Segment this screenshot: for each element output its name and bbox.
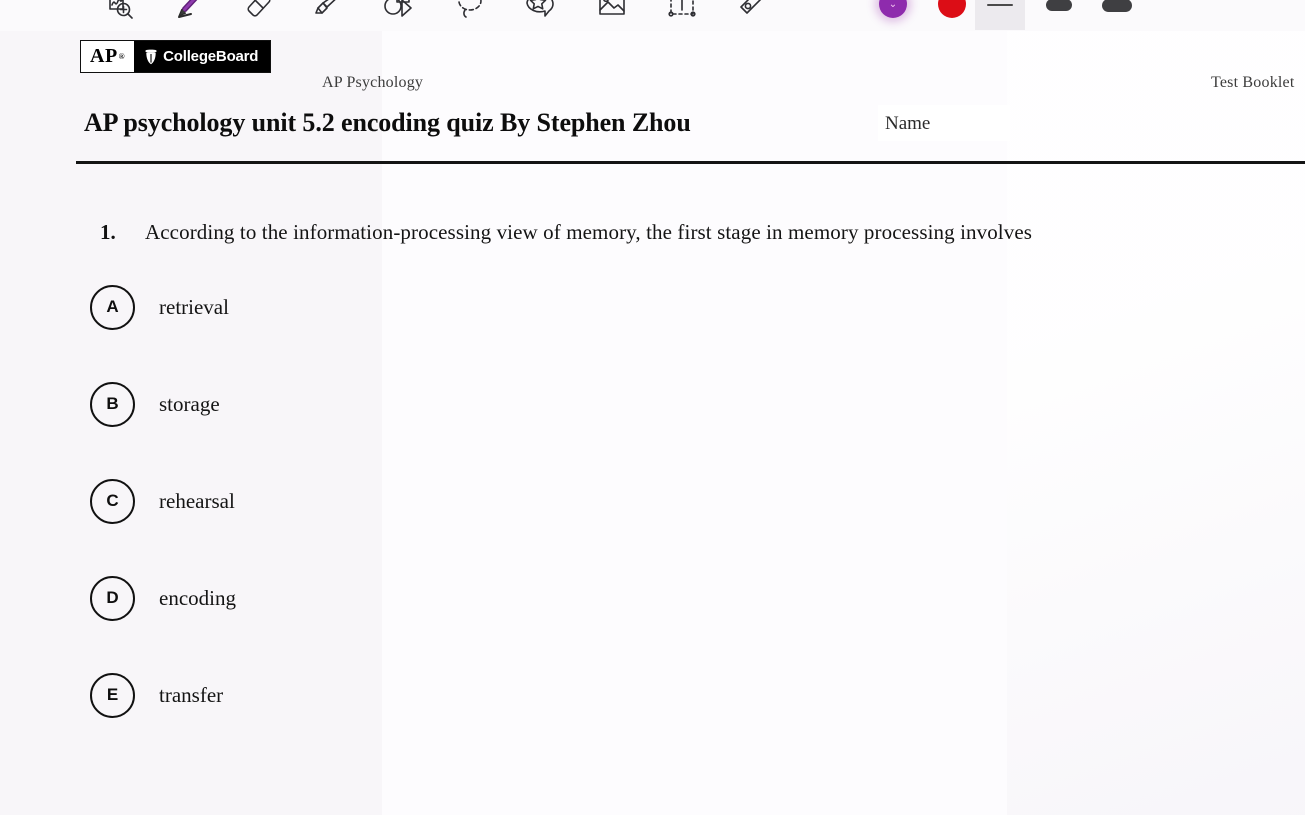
- shapes-tool[interactable]: [372, 0, 424, 30]
- stroke-width-thick-indicator: [1102, 0, 1132, 12]
- eraser-tool[interactable]: [232, 0, 284, 30]
- ap-collegeboard-logo: AP ® CollegeBoard: [80, 40, 272, 73]
- stroke-width-thick[interactable]: [1092, 0, 1142, 30]
- choice-bubble-b[interactable]: B: [90, 381, 135, 427]
- sticker-tool[interactable]: [514, 0, 566, 30]
- lasso-select-tool[interactable]: [444, 0, 496, 30]
- choice-bubble-e[interactable]: E: [90, 672, 135, 718]
- pen-tool[interactable]: [162, 0, 214, 30]
- choice-text-c: rehearsal: [159, 488, 235, 513]
- choice-text-d: encoding: [159, 585, 236, 610]
- stroke-width-medium-indicator: [1046, 0, 1072, 11]
- acorn-icon: [145, 49, 157, 64]
- answer-choice-b[interactable]: B storage: [90, 381, 236, 427]
- question-text: According to the information-processing …: [145, 220, 1033, 244]
- choice-text-b: storage: [159, 391, 220, 416]
- answer-choice-list: A retrieval B storage C rehearsal D enco…: [90, 284, 236, 770]
- annotation-toolbar: ⌄: [0, 0, 1305, 31]
- choice-bubble-c[interactable]: C: [90, 478, 135, 524]
- color-swatch-red[interactable]: [938, 0, 966, 18]
- answer-choice-e[interactable]: E transfer: [90, 672, 236, 718]
- stroke-width-thin-indicator: [987, 4, 1013, 6]
- snapshot-zoom-tool[interactable]: [92, 0, 144, 30]
- choice-bubble-a[interactable]: A: [90, 284, 135, 330]
- chevron-down-icon: ⌄: [888, 0, 898, 10]
- document-title: AP psychology unit 5.2 encoding quiz By …: [84, 108, 691, 137]
- choice-text-a: retrieval: [159, 294, 229, 319]
- document-subject-label: AP Psychology: [322, 74, 424, 91]
- ap-logo-text: AP: [90, 45, 118, 67]
- document-header: AP ® CollegeBoard AP Psychology Test Book…: [0, 31, 1305, 164]
- choice-text-e: transfer: [159, 682, 224, 707]
- color-swatch-purple[interactable]: ⌄: [879, 0, 907, 18]
- ap-logo-mark: AP ®: [81, 41, 135, 72]
- answer-choice-a[interactable]: A retrieval: [90, 284, 236, 330]
- image-tool[interactable]: [586, 0, 638, 30]
- equation-tool[interactable]: [727, 0, 779, 30]
- question-1: 1. According to the information-processi…: [100, 220, 1032, 245]
- header-divider-rule: [76, 161, 1305, 164]
- choice-bubble-d[interactable]: D: [90, 575, 135, 621]
- stroke-width-medium[interactable]: [1034, 0, 1084, 30]
- name-label: Name: [885, 113, 931, 134]
- collegeboard-wordmark: CollegeBoard: [134, 41, 271, 72]
- document-page: AP ® CollegeBoard AP Psychology Test Book…: [0, 0, 1305, 815]
- text-box-tool[interactable]: [656, 0, 708, 30]
- question-number: 1.: [100, 220, 116, 244]
- highlighter-tool[interactable]: [302, 0, 354, 30]
- test-booklet-label: Test Booklet: [1211, 74, 1295, 91]
- registered-trademark-icon: ®: [118, 52, 126, 61]
- collegeboard-text: CollegeBoard: [163, 48, 259, 65]
- stroke-width-thin[interactable]: [975, 0, 1025, 30]
- answer-choice-c[interactable]: C rehearsal: [90, 478, 236, 524]
- answer-choice-d[interactable]: D encoding: [90, 575, 236, 621]
